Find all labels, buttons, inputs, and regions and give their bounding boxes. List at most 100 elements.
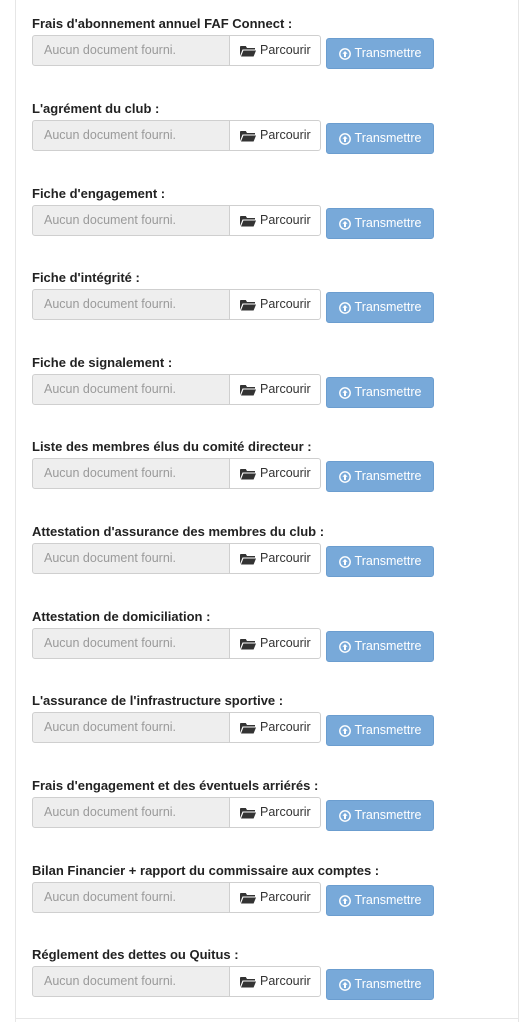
folder-open-icon [240,807,256,818]
browse-label: Parcourir [260,551,311,565]
browse-label: Parcourir [260,636,311,650]
upload-circle-icon [338,217,351,230]
document-label: Frais d'abonnement annuel FAF Connect : [32,16,293,31]
browse-button[interactable]: Parcourir [229,797,321,828]
upload-circle-icon [338,386,351,399]
submit-label: Transmettre [354,216,422,230]
submit-label: Transmettre [354,300,422,314]
file-name-field: Aucun document fourni. [32,205,230,236]
submit-label: Transmettre [354,385,422,399]
upload-circle-icon [338,640,351,653]
browse-button[interactable]: Parcourir [229,374,321,405]
folder-open-icon [240,976,256,987]
submit-button[interactable]: Transmettre [326,461,434,492]
folder-open-icon [240,553,256,564]
document-upload-group: Fiche de signalement : Aucun document fo… [0,355,526,425]
file-name-field: Aucun document fourni. [32,374,230,405]
file-name-field: Aucun document fourni. [32,543,230,574]
submit-label: Transmettre [354,893,422,907]
document-upload-group: L'agrément du club : Aucun document four… [0,101,526,171]
upload-circle-icon [338,301,351,314]
document-label: Fiche de signalement : [32,355,173,370]
browse-button[interactable]: Parcourir [229,120,321,151]
browse-label: Parcourir [260,297,311,311]
document-upload-group: Fiche d'intégrité : Aucun document fourn… [0,270,526,340]
browse-button[interactable]: Parcourir [229,458,321,489]
submit-button[interactable]: Transmettre [326,377,434,408]
file-name-field: Aucun document fourni. [32,628,230,659]
submit-label: Transmettre [354,554,422,568]
document-label: Attestation de domiciliation : [32,609,211,624]
browse-label: Parcourir [260,974,311,988]
browse-button[interactable]: Parcourir [229,205,321,236]
document-upload-group: Frais d'engagement et des éventuels arri… [0,778,526,848]
upload-circle-icon [338,555,351,568]
upload-circle-icon [338,470,351,483]
browse-label: Parcourir [260,128,311,142]
document-label: Frais d'engagement et des éventuels arri… [32,778,319,793]
document-label: Attestation d'assurance des membres du c… [32,524,325,539]
document-upload-group: Fiche d'engagement : Aucun document four… [0,186,526,256]
panel-bottom-border [15,1018,519,1019]
upload-circle-icon [338,894,351,907]
document-label: Réglement des dettes ou Quitus : [32,947,239,962]
submit-button[interactable]: Transmettre [326,631,434,662]
folder-open-icon [240,130,256,141]
folder-open-icon [240,215,256,226]
document-upload-group: Frais d'abonnement annuel FAF Connect : … [0,16,526,86]
submit-button[interactable]: Transmettre [326,123,434,154]
browse-label: Parcourir [260,382,311,396]
browse-label: Parcourir [260,43,311,57]
browse-button[interactable]: Parcourir [229,35,321,66]
folder-open-icon [240,384,256,395]
browse-button[interactable]: Parcourir [229,882,321,913]
upload-circle-icon [338,978,351,991]
folder-open-icon [240,722,256,733]
document-label: L'agrément du club : [32,101,160,116]
document-upload-group: Attestation de domiciliation : Aucun doc… [0,609,526,679]
submit-label: Transmettre [354,131,422,145]
submit-button[interactable]: Transmettre [326,715,434,746]
folder-open-icon [240,45,256,56]
file-name-field: Aucun document fourni. [32,289,230,320]
browse-button[interactable]: Parcourir [229,628,321,659]
browse-button[interactable]: Parcourir [229,543,321,574]
document-upload-group: Réglement des dettes ou Quitus : Aucun d… [0,947,526,1017]
document-upload-group: Liste des membres élus du comité directe… [0,439,526,509]
submit-label: Transmettre [354,639,422,653]
browse-label: Parcourir [260,466,311,480]
folder-open-icon [240,468,256,479]
document-label: Bilan Financier + rapport du commissaire… [32,863,380,878]
submit-button[interactable]: Transmettre [326,38,434,69]
folder-open-icon [240,638,256,649]
submit-label: Transmettre [354,46,422,60]
document-upload-group: L'assurance de l'infrastructure sportive… [0,693,526,763]
browse-label: Parcourir [260,720,311,734]
file-name-field: Aucun document fourni. [32,120,230,151]
submit-button[interactable]: Transmettre [326,292,434,323]
document-upload-group: Attestation d'assurance des membres du c… [0,524,526,594]
file-name-field: Aucun document fourni. [32,882,230,913]
submit-button[interactable]: Transmettre [326,546,434,577]
browse-label: Parcourir [260,890,311,904]
submit-label: Transmettre [354,808,422,822]
document-label: L'assurance de l'infrastructure sportive… [32,693,284,708]
submit-button[interactable]: Transmettre [326,800,434,831]
browse-label: Parcourir [260,213,311,227]
upload-circle-icon [338,132,351,145]
browse-button[interactable]: Parcourir [229,289,321,320]
folder-open-icon [240,299,256,310]
browse-button[interactable]: Parcourir [229,712,321,743]
submit-button[interactable]: Transmettre [326,885,434,916]
browse-label: Parcourir [260,805,311,819]
upload-circle-icon [338,47,351,60]
upload-circle-icon [338,724,351,737]
document-label: Fiche d'engagement : [32,186,166,201]
browse-button[interactable]: Parcourir [229,966,321,997]
submit-button[interactable]: Transmettre [326,969,434,1000]
file-name-field: Aucun document fourni. [32,35,230,66]
submit-button[interactable]: Transmettre [326,208,434,239]
document-upload-group: Bilan Financier + rapport du commissaire… [0,863,526,933]
submit-label: Transmettre [354,977,422,991]
folder-open-icon [240,892,256,903]
